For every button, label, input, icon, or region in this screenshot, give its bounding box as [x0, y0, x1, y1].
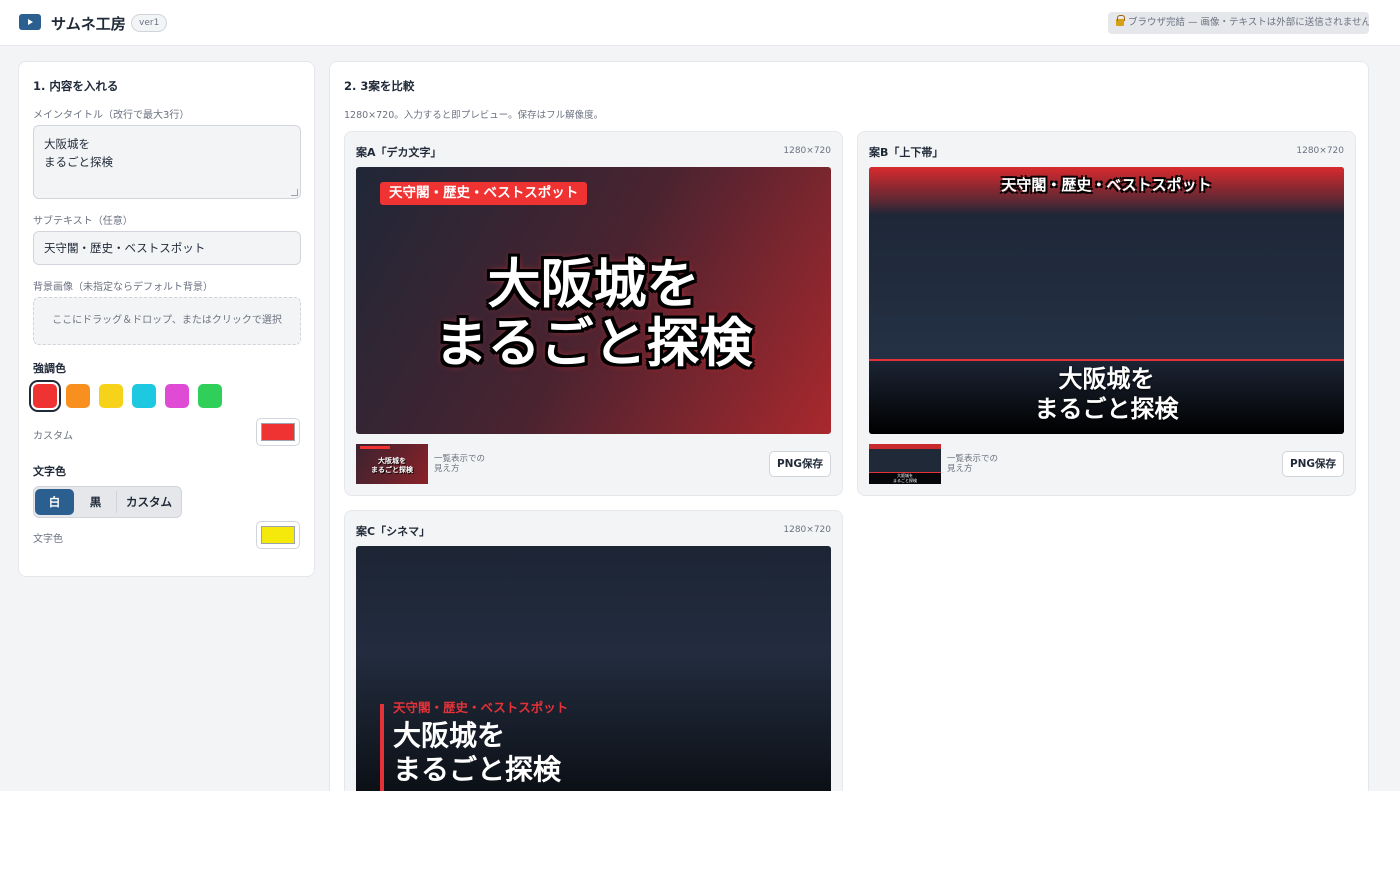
text-color-field-label: 文字色 [33, 534, 63, 545]
accent-swatch-5[interactable] [165, 384, 189, 408]
design-a-subtext: 天守閣・歴史・ベストスポット [380, 182, 588, 205]
accent-swatch-3[interactable] [99, 384, 123, 408]
design-card-a: 案A「デカ文字」 1280×720 天守閣・歴史・ベストスポット 大阪城を まる… [344, 131, 843, 496]
text-color-white-button[interactable]: 白 [35, 489, 74, 515]
main-title-textarea[interactable]: 大阪城を まるごと探検 [33, 125, 301, 199]
design-a-size: 1280×720 [783, 146, 831, 156]
privacy-note: ブラウザ完結 — 画像・テキストは外部に送信されません [1128, 17, 1369, 28]
design-a-thumb-caption: 一覧表示での 見え方 [434, 454, 486, 474]
bg-image-label: 背景画像（未指定ならデフォルト背景） [33, 282, 213, 293]
design-b-thumb-caption: 一覧表示での 見え方 [947, 454, 999, 474]
accent-swatch-1[interactable] [33, 384, 57, 408]
subtext-input[interactable]: 天守閣・歴史・ベストスポット [33, 231, 301, 265]
text-color-label: 文字色 [33, 465, 66, 478]
input-section-title: 1. 内容を入れる [33, 79, 119, 93]
design-b-preview: 天守閣・歴史・ベストスポット 大阪城を まるごと探検 [869, 167, 1344, 434]
compare-panel: 2. 3案を比較 1280×720。入力すると即プレビュー。保存はフル解像度。 … [329, 61, 1369, 791]
input-panel: 1. 内容を入れる メインタイトル（改行で最大3行） 大阪城を まるごと探検 サ… [18, 61, 315, 577]
design-c-title: 案C「シネマ」 [356, 525, 431, 538]
design-b-subtext: 天守閣・歴史・ベストスポット [1001, 176, 1212, 194]
textarea-resize-handle[interactable] [291, 189, 298, 196]
design-card-c: 案C「シネマ」 1280×720 天守閣・歴史・ベストスポット 大阪城を まるご… [344, 510, 843, 791]
compare-section-title: 2. 3案を比較 [344, 79, 415, 93]
design-c-size: 1280×720 [783, 525, 831, 535]
design-b-small-thumbnail: 大阪城を まるごと探検 [869, 444, 941, 484]
design-a-preview: 天守閣・歴史・ベストスポット 大阪城を まるごと探検 [356, 167, 831, 434]
accent-swatch-2[interactable] [66, 384, 90, 408]
design-b-main-title: 大阪城を まるごと探検 [1034, 365, 1179, 423]
design-c-subtext: 天守閣・歴史・ベストスポット [393, 700, 569, 715]
segment-divider [116, 491, 117, 513]
play-logo-icon [19, 14, 41, 30]
text-color-segmented-control: 白 黒 カスタム [33, 486, 182, 518]
design-b-small-title: 大阪城を まるごと探検 [893, 473, 917, 483]
design-a-title: 案A「デカ文字」 [356, 146, 442, 159]
text-color-custom-button[interactable]: カスタム [118, 489, 180, 515]
compare-hint: 1280×720。入力すると即プレビュー。保存はフル解像度。 [344, 110, 604, 121]
app-header: サムネ工房 ver1 ブラウザ完結 — 画像・テキストは外部に送信されません [0, 0, 1400, 46]
accent-swatch-6[interactable] [198, 384, 222, 408]
text-color-fill [261, 526, 295, 544]
accent-color-label: 強調色 [33, 362, 66, 375]
custom-accent-label: カスタム [33, 431, 73, 442]
version-badge: ver1 [131, 14, 168, 32]
main-title-label: メインタイトル（改行で最大3行） [33, 110, 190, 121]
text-color-black-button[interactable]: 黒 [76, 489, 115, 515]
design-a-small-thumbnail: 大阪城を まるごと探検 [356, 444, 428, 484]
design-a-small-title: 大阪城を まるごと探検 [371, 457, 413, 474]
app-viewport: サムネ工房 ver1 ブラウザ完結 — 画像・テキストは外部に送信されません 1… [0, 0, 1400, 791]
design-card-b: 案B「上下帯」 1280×720 天守閣・歴史・ベストスポット 大阪城を まるご… [857, 131, 1356, 496]
design-b-title: 案B「上下帯」 [869, 146, 944, 159]
design-c-main-title: 大阪城を まるごと探検 [393, 719, 562, 786]
design-b-small-top-band [869, 444, 941, 449]
design-b-save-png-button[interactable]: PNG保存 [1282, 451, 1344, 477]
custom-accent-color-picker[interactable] [256, 418, 300, 446]
privacy-badge: ブラウザ完結 — 画像・テキストは外部に送信されません [1108, 12, 1369, 34]
design-a-save-png-button[interactable]: PNG保存 [769, 451, 831, 477]
design-b-size: 1280×720 [1296, 146, 1344, 156]
design-c-accent-bar [380, 704, 384, 791]
design-a-main-title: 大阪城を まるごと探検 [434, 254, 753, 374]
subtext-label: サブテキスト（任意） [33, 216, 133, 227]
design-c-preview: 天守閣・歴史・ベストスポット 大阪城を まるごと探検 [356, 546, 831, 791]
design-a-small-subtext-bar [360, 446, 390, 449]
app-title: サムネ工房 [51, 15, 126, 33]
custom-accent-color-fill [261, 423, 295, 441]
lock-icon [1116, 15, 1125, 26]
text-color-picker[interactable] [256, 521, 300, 549]
accent-swatch-4[interactable] [132, 384, 156, 408]
bg-image-dropzone[interactable]: ここにドラッグ＆ドロップ、またはクリックで選択 [33, 297, 301, 345]
